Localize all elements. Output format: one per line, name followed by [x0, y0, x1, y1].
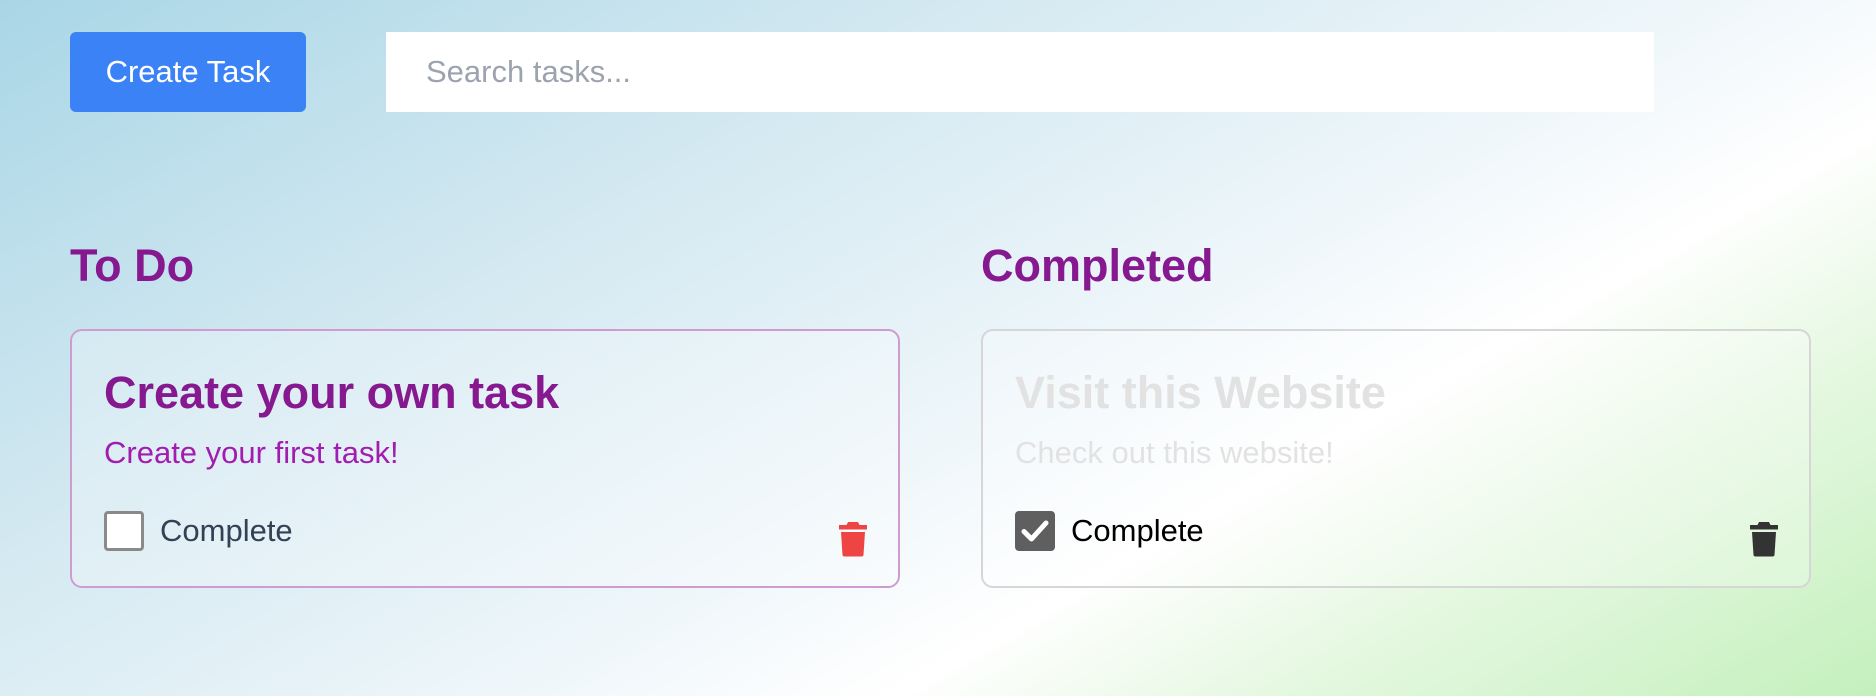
trash-icon[interactable] — [838, 521, 868, 557]
complete-toggle[interactable]: Complete — [1015, 511, 1204, 551]
todo-column-title: To Do — [70, 240, 195, 291]
completed-column: Completed Visit this Website Check out t… — [981, 236, 1811, 588]
task-description: Create your first task! — [104, 435, 399, 470]
check-icon — [1021, 520, 1049, 542]
complete-toggle[interactable]: Complete — [104, 511, 293, 551]
task-title: Visit this Website — [1015, 367, 1386, 418]
search-input[interactable] — [386, 32, 1654, 112]
complete-label: Complete — [160, 513, 293, 548]
todo-column: To Do Create your own task Create your f… — [70, 236, 900, 588]
trash-icon[interactable] — [1749, 521, 1779, 557]
toolbar: Create Task — [70, 32, 1654, 112]
task-card: Visit this Website Check out this websit… — [981, 329, 1811, 588]
task-title: Create your own task — [104, 367, 560, 418]
complete-checkbox[interactable] — [104, 511, 144, 551]
create-task-button[interactable]: Create Task — [70, 32, 306, 112]
task-description: Check out this website! — [1015, 435, 1334, 470]
complete-label: Complete — [1071, 513, 1204, 548]
complete-checkbox[interactable] — [1015, 511, 1055, 551]
completed-column-title: Completed — [981, 240, 1214, 291]
task-card: Create your own task Create your first t… — [70, 329, 900, 588]
